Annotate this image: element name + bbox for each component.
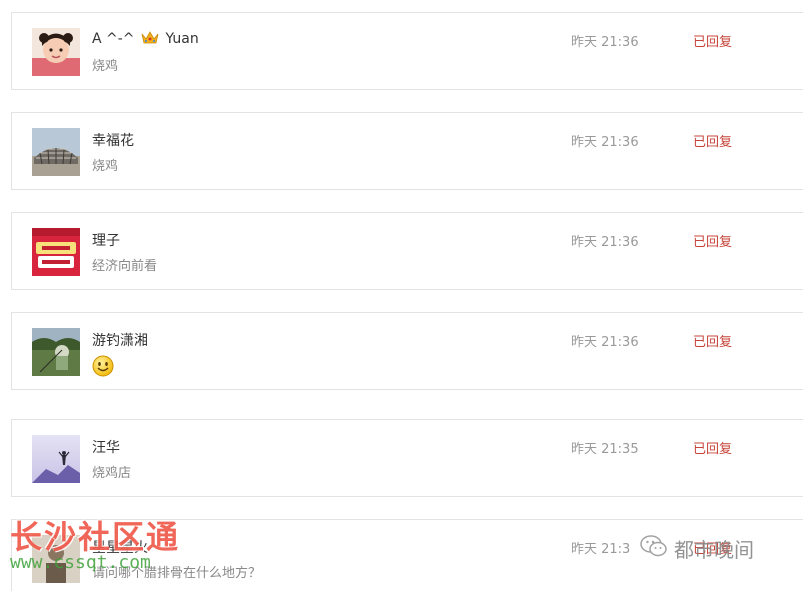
comment-text: 烧鸡 [92,159,119,174]
brand-watermark: 都市晚间 [640,534,754,563]
avatar-fishing-photo [32,328,80,376]
smiley-emoji-icon [92,355,114,381]
comment-card[interactable]: A ^-^ Yuan 烧鸡 昨天 21:36 已回复 [11,12,803,90]
reply-status[interactable]: 已回复 [693,31,732,50]
avatar[interactable] [32,128,80,176]
comment-time: 昨天 21:35 [571,442,639,457]
user-name-suffix: Yuan [165,31,199,47]
comment-time: 昨天 21:3 [571,542,631,557]
comment-text: 请问哪个腊排骨在什么地方？ [92,566,262,581]
comment-text: 烧鸡 [92,59,119,74]
wechat-icon [640,534,668,563]
avatar-stadium-photo [32,128,80,176]
comment-text: 经济向前看 [92,259,158,274]
user-name: 幸福花 [92,133,134,149]
reply-status[interactable]: 已回复 [693,331,732,350]
reply-status[interactable]: 已回复 [693,438,732,457]
comment-card[interactable]: 游钓潇湘 昨天 21:36 已回复 [11,312,803,390]
comment-list: A ^-^ Yuan 烧鸡 昨天 21:36 已回复 幸福花 烧鸡 昨天 21:… [0,0,803,591]
user-name: 星星星火 [92,540,148,556]
avatar[interactable] [32,435,80,483]
comment-time: 昨天 21:36 [571,135,639,150]
comment-card[interactable]: 汪华 烧鸡店 昨天 21:35 已回复 [11,419,803,497]
user-name-text: A ^-^ [92,31,135,47]
comment-card[interactable]: 幸福花 烧鸡 昨天 21:36 已回复 [11,112,803,190]
user-name: 理子 [92,233,120,249]
avatar[interactable] [32,535,80,583]
user-name: 游钓潇湘 [92,333,148,349]
reply-status[interactable]: 已回复 [693,131,732,150]
user-name: A ^-^ Yuan [92,30,199,49]
comment-card[interactable]: 理子 经济向前看 昨天 21:36 已回复 [11,212,803,290]
avatar[interactable] [32,28,80,76]
avatar[interactable] [32,228,80,276]
comment-text: 烧鸡店 [92,466,132,481]
crown-emoji-icon [141,30,159,49]
comment-time: 昨天 21:36 [571,35,639,50]
user-name: 汪华 [92,440,120,456]
avatar-person-photo [32,535,80,583]
avatar-summit-photo [32,435,80,483]
avatar[interactable] [32,328,80,376]
brand-name: 都市晚间 [674,538,754,562]
reply-status[interactable]: 已回复 [693,231,732,250]
avatar-child-photo [32,28,80,76]
comment-time: 昨天 21:36 [571,235,639,250]
avatar-poster-image [32,228,80,276]
comment-text [92,355,114,381]
comment-time: 昨天 21:36 [571,335,639,350]
